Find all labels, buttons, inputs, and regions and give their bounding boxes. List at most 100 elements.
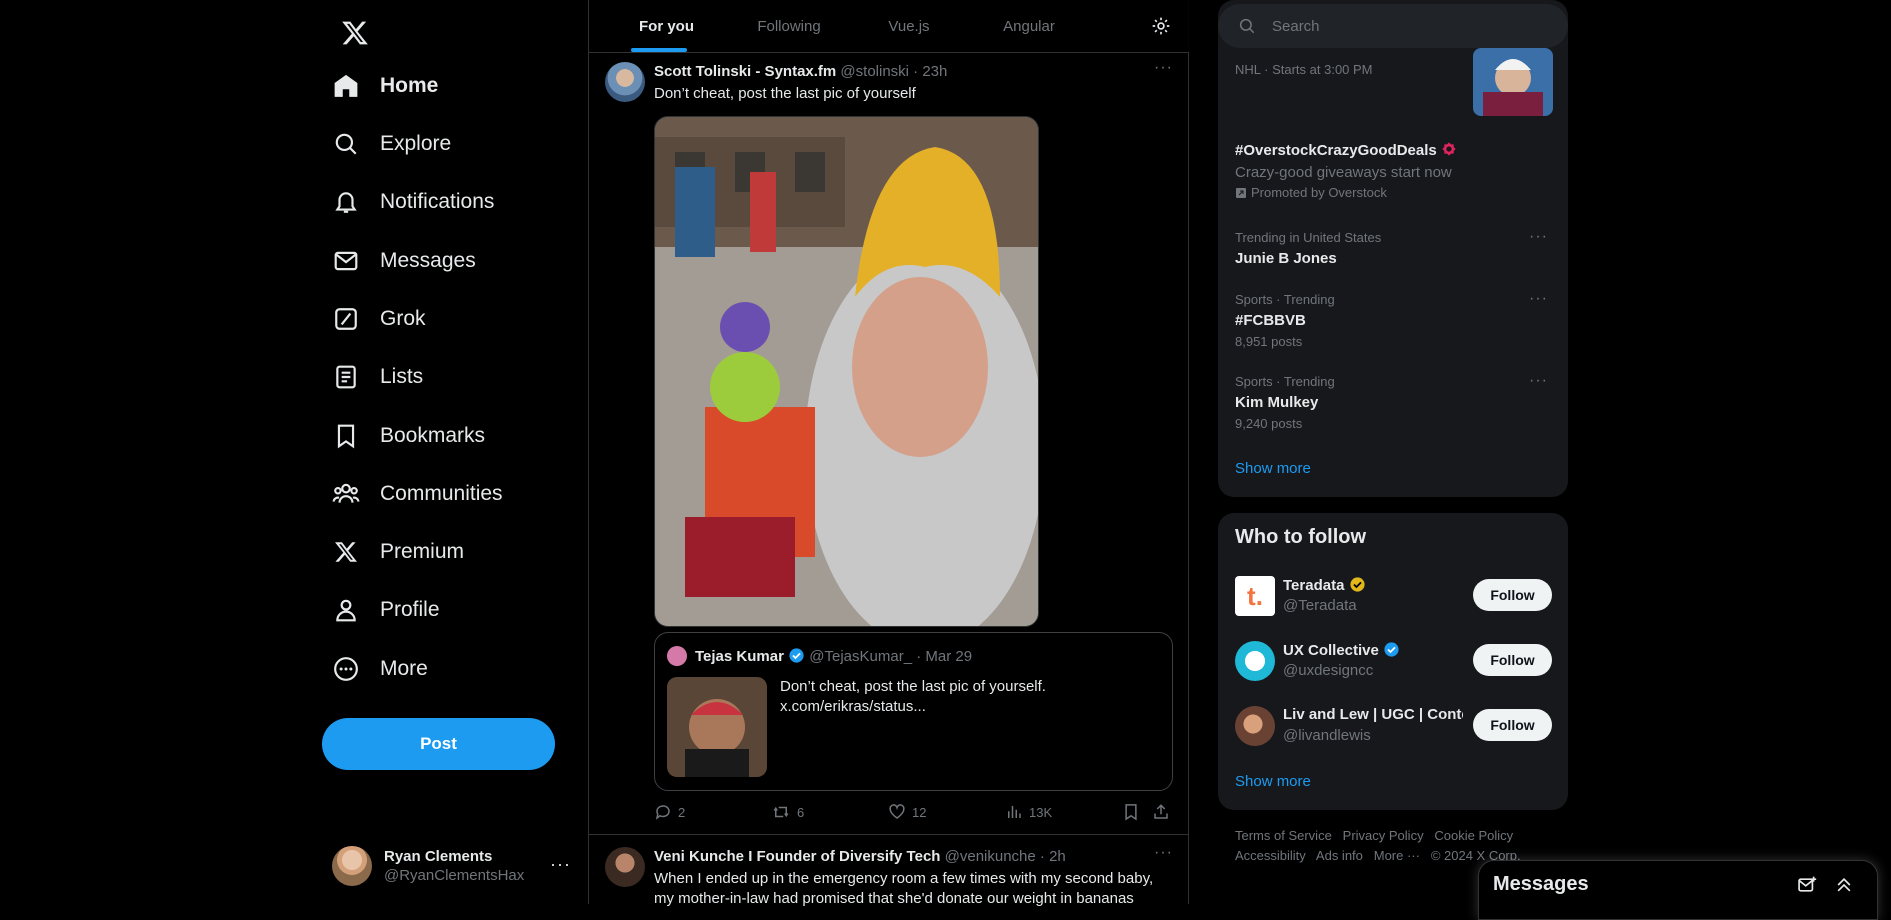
more-horizontal-icon[interactable]: ··· (1154, 59, 1173, 77)
quoted-author-name: Tejas Kumar (695, 648, 784, 665)
like-button[interactable]: 12 (888, 800, 926, 824)
account-name: Teradata (1283, 577, 1345, 594)
tweet[interactable]: Veni Kunche I Founder of Diversify Tech … (589, 835, 1189, 915)
more-horizontal-icon[interactable]: ··· (1529, 228, 1548, 246)
tab-vuejs[interactable]: Vue.js (859, 0, 959, 52)
left-navigation: Home Explore Notifications Messages Grok… (320, 0, 588, 904)
more-horizontal-icon: ··· (550, 854, 571, 874)
nav-label: Messages (380, 249, 476, 272)
footer-link[interactable]: More ··· (1374, 848, 1420, 863)
nav-item-home[interactable]: Home (320, 59, 438, 113)
tweet-author-name[interactable]: Scott Tolinski - Syntax.fm (654, 63, 836, 80)
trend-item[interactable]: Sports · Trending Kim Mulkey 9,240 posts… (1218, 368, 1568, 448)
repost-icon (771, 803, 797, 821)
tweet-author-handle[interactable]: @stolinski (840, 63, 909, 80)
x-logo-icon[interactable] (330, 8, 380, 58)
more-horizontal-icon[interactable]: ··· (1529, 372, 1548, 390)
nav-item-more[interactable]: More (320, 642, 428, 696)
views-button[interactable]: 13K (1005, 800, 1052, 824)
verified-badge-icon (788, 647, 805, 664)
footer-link[interactable]: Accessibility (1235, 848, 1306, 863)
footer-link[interactable]: Privacy Policy (1343, 828, 1424, 843)
tab-active-indicator (631, 48, 687, 52)
quoted-thumbnail (667, 677, 767, 777)
follow-suggestion[interactable]: Liv and Lew | UGC | Conte @livandlewis F… (1218, 699, 1568, 759)
follow-button[interactable]: Follow (1473, 709, 1552, 741)
quoted-link[interactable]: x.com/erikras/status... (780, 697, 1046, 717)
follow-suggestion[interactable]: UX Collective @uxdesigncc Follow (1218, 634, 1568, 694)
nav-item-communities[interactable]: Communities (320, 467, 503, 521)
more-horizontal-icon[interactable]: ··· (1529, 290, 1548, 308)
avatar (1235, 706, 1275, 746)
trends-show-more-link[interactable]: Show more (1235, 460, 1311, 477)
new-message-icon[interactable] (1797, 875, 1817, 895)
trend-item[interactable]: Trending in United States Junie B Jones … (1218, 224, 1568, 284)
trend-meta: NHL · Starts at 3:00 PM (1235, 62, 1373, 77)
share-icon (1152, 803, 1176, 821)
nav-label: Profile (380, 598, 440, 621)
reply-button[interactable]: 2 (654, 800, 685, 824)
tweet-author-name[interactable]: Veni Kunche I Founder of Diversify Tech (654, 848, 940, 865)
tweet-author-handle[interactable]: @venikunche (945, 848, 1036, 865)
follow-button[interactable]: Follow (1473, 644, 1552, 676)
trend-title: Junie B Jones (1235, 250, 1337, 267)
footer-link[interactable]: Cookie Policy (1434, 828, 1513, 843)
person-icon (332, 596, 360, 624)
gear-icon[interactable] (1151, 16, 1171, 36)
account-switcher[interactable]: Ryan Clements @RyanClementsHax ··· (332, 838, 572, 894)
tweet-time[interactable]: · 2h (1040, 848, 1066, 865)
promoted-trend[interactable]: #OverstockCrazyGoodDeals Crazy-good give… (1235, 141, 1457, 200)
nav-item-messages[interactable]: Messages (320, 234, 476, 288)
quoted-time: · Mar 29 (916, 648, 973, 665)
trend-item[interactable]: Sports · Trending #FCBBVB 8,951 posts ··… (1218, 286, 1568, 366)
nav-label: More (380, 657, 428, 680)
follow-suggestion[interactable]: t. Teradata @Teradata Follow (1218, 569, 1568, 629)
nav-item-profile[interactable]: Profile (320, 583, 440, 637)
post-button[interactable]: Post (322, 718, 555, 770)
avatar[interactable] (605, 62, 645, 102)
nav-item-premium[interactable]: Premium (320, 525, 464, 579)
nav-item-bookmarks[interactable]: Bookmarks (320, 409, 485, 463)
footer-link[interactable]: Terms of Service (1235, 828, 1332, 843)
search-input[interactable]: Search (1218, 4, 1568, 48)
nav-item-grok[interactable]: Grok (320, 292, 426, 346)
nav-label: Lists (380, 365, 424, 388)
chevron-up-double-icon[interactable] (1834, 875, 1854, 895)
main-feed: For you Following Vue.js Angular Scott T… (588, 0, 1189, 907)
trend-meta: Trending in United States (1235, 230, 1382, 245)
messages-drawer[interactable]: Messages (1478, 860, 1878, 920)
tweet-photo[interactable] (654, 116, 1039, 627)
tab-angular[interactable]: Angular (974, 0, 1084, 52)
trend-title: Kim Mulkey (1235, 394, 1319, 411)
follow-button[interactable]: Follow (1473, 579, 1552, 611)
trend-image[interactable] (1473, 48, 1553, 116)
who-to-follow-show-more-link[interactable]: Show more (1235, 773, 1311, 790)
account-name: Liv and Lew | UGC | Conte (1283, 706, 1463, 723)
nav-item-notifications[interactable]: Notifications (320, 175, 494, 229)
trend-post-count: 9,240 posts (1235, 416, 1303, 431)
account-name: UX Collective (1283, 642, 1379, 659)
footer-link[interactable]: Ads info (1316, 848, 1363, 863)
who-to-follow-panel: Who to follow t. Teradata @Teradata Foll… (1218, 513, 1568, 810)
tweet[interactable]: Scott Tolinski - Syntax.fm @stolinski · … (589, 53, 1189, 835)
trend-title: #OverstockCrazyGoodDeals (1235, 142, 1437, 159)
tab-label: For you (639, 17, 694, 35)
share-button[interactable] (1152, 800, 1176, 824)
repost-button[interactable]: 6 (771, 800, 804, 824)
tab-following[interactable]: Following (739, 0, 839, 52)
nav-item-lists[interactable]: Lists (320, 350, 423, 404)
nav-item-explore[interactable]: Explore (320, 117, 451, 171)
tweet-text: When I ended up in the emergency room a … (654, 869, 1153, 909)
nav-label: Communities (380, 482, 503, 505)
tweet-actions: 2 6 12 13K (654, 800, 1179, 824)
quoted-tweet[interactable]: Tejas Kumar @TejasKumar_ · Mar 29 Don’t … (654, 632, 1173, 791)
tab-for-you[interactable]: For you (619, 0, 714, 52)
promoted-by: Promoted by Overstock (1251, 185, 1387, 200)
account-name: Ryan Clements (384, 848, 493, 865)
bookmark-button[interactable] (1122, 800, 1146, 824)
avatar[interactable] (605, 847, 645, 887)
messages-drawer-title: Messages (1493, 873, 1589, 895)
promo-badge-icon (1441, 141, 1457, 157)
more-horizontal-icon[interactable]: ··· (1154, 844, 1173, 862)
tweet-time[interactable]: · 23h (913, 63, 947, 80)
